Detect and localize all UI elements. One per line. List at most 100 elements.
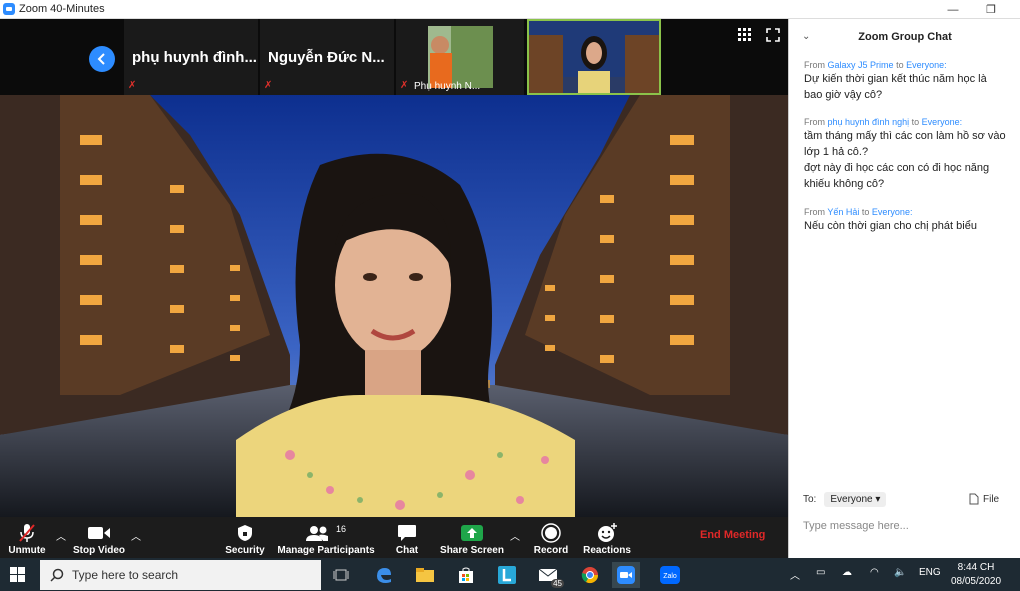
participant-name: Phụ huynh N...: [414, 81, 481, 92]
file-label: File: [983, 493, 1000, 505]
meeting-area: phụ huynh đình... ✗ Nguyễn Đức N... ✗ ✗ …: [0, 19, 788, 517]
grid-view-icon[interactable]: [738, 28, 752, 47]
muted-microphone-icon: [18, 521, 36, 545]
chevron-down-icon: ▾: [875, 494, 881, 505]
chat-message: From Galaxy J5 Prime to Everyone: Dự kiế…: [804, 59, 1016, 103]
file-explorer-icon[interactable]: [411, 562, 439, 588]
participant-thumbnail[interactable]: Nguyễn Đức N... ✗: [260, 19, 394, 95]
system-clock[interactable]: 8:44 CH 08/05/2020: [944, 561, 1008, 589]
l-app-icon[interactable]: [493, 562, 521, 588]
from-label: From: [804, 60, 825, 70]
participant-count: 16: [335, 524, 346, 534]
manage-participants-button[interactable]: 16 Manage Participants: [277, 517, 375, 558]
muted-mic-icon: ✗: [400, 80, 409, 91]
stop-video-button[interactable]: Stop Video: [72, 517, 126, 558]
show-hidden-icons-caret[interactable]: ︿: [790, 567, 800, 582]
unmute-label: Unmute: [8, 545, 46, 556]
recipient-select[interactable]: Everyone ▾: [824, 492, 887, 507]
unmute-button[interactable]: Unmute: [6, 517, 48, 558]
participant-thumbnail-strip: phụ huynh đình... ✗ Nguyễn Đức N... ✗ ✗ …: [0, 19, 788, 95]
video-camera-icon: [88, 521, 110, 545]
chat-message: From phụ huynh đình nghị to Everyone: tầ…: [804, 116, 1016, 192]
chat-message-line: Nếu còn thời gian cho chị phát biểu: [804, 220, 977, 232]
share-screen-button[interactable]: Share Screen: [440, 517, 504, 558]
record-label: Record: [533, 545, 569, 556]
chat-message-line: tầm tháng mấy thì các con làm hồ sơ vào: [804, 130, 1006, 142]
recipient-name: Everyone:: [921, 117, 963, 127]
meeting-toolbar: Unmute ︿ Stop Video ︿ Security 16 Manage…: [0, 517, 788, 558]
sender-name: phụ huynh đình nghị: [827, 117, 910, 127]
sender-name: Yến Hải: [827, 207, 860, 217]
file-button[interactable]: File: [969, 493, 999, 505]
stop-video-label: Stop Video: [72, 545, 126, 556]
cloud-icon[interactable]: ☁: [842, 567, 852, 578]
chat-message-header: From Galaxy J5 Prime to Everyone:: [804, 59, 1016, 71]
fullscreen-icon[interactable]: [766, 28, 780, 47]
task-view-icon[interactable]: [327, 562, 355, 588]
reactions-label: Reactions: [583, 545, 631, 556]
video-options-caret[interactable]: ︿: [131, 528, 141, 543]
window-titlebar: Zoom 40-Minutes — ❐: [0, 0, 1020, 19]
volume-icon[interactable]: 🔈: [894, 567, 906, 578]
participant-name: Nguyễn Đức N...: [268, 49, 385, 66]
chat-message-line: khiếu không cô?: [804, 178, 885, 190]
chrome-icon[interactable]: [576, 562, 604, 588]
chat-bubble-icon: [397, 521, 417, 545]
main-speaker-video: [0, 95, 788, 517]
security-button[interactable]: Security: [223, 517, 267, 558]
chat-title: Zoom Group Chat: [858, 31, 952, 43]
from-label: From: [804, 117, 825, 127]
security-label: Security: [225, 545, 265, 556]
virtual-background-image: [0, 95, 788, 517]
share-options-caret[interactable]: ︿: [510, 528, 520, 543]
reactions-button[interactable]: Reactions: [583, 517, 631, 558]
chat-message-line: đợt này đi học các con có đi học năng: [804, 162, 990, 174]
zalo-icon[interactable]: Zalo: [656, 562, 684, 588]
zoom-logo-icon: [3, 3, 15, 15]
active-speaker-thumbnail[interactable]: [527, 19, 661, 95]
recipient-select-value: Everyone: [830, 494, 873, 505]
chat-message-input[interactable]: [803, 517, 1008, 535]
record-icon: [541, 521, 561, 545]
smiley-icon: [596, 521, 618, 545]
record-button[interactable]: Record: [533, 517, 569, 558]
recipient-name: Everyone:: [871, 207, 913, 217]
participants-icon: 16: [305, 521, 346, 545]
svg-text:Zalo: Zalo: [663, 573, 677, 580]
previous-page-button[interactable]: [89, 46, 115, 72]
restore-button[interactable]: ❐: [979, 0, 1003, 19]
windows-start-icon[interactable]: [10, 567, 25, 587]
chevron-left-icon: [97, 53, 105, 65]
input-language[interactable]: ENG: [919, 567, 941, 578]
participant-thumbnail[interactable]: ✗ Phụ huynh N...: [396, 19, 524, 95]
mail-badge: 45: [551, 579, 564, 588]
zoom-app: Zoom 40-Minutes — ❐ phụ huynh đình... ✗ …: [0, 0, 1020, 591]
mail-icon[interactable]: 45: [534, 562, 564, 588]
chat-message-header: From Yến Hải to Everyone:: [804, 206, 1016, 218]
battery-icon[interactable]: ▭: [816, 567, 825, 578]
zoom-taskbar-icon[interactable]: [612, 562, 640, 588]
to-word: to: [911, 117, 920, 127]
clock-time: 8:44 CH: [957, 562, 995, 573]
chat-button[interactable]: Chat: [390, 517, 424, 558]
manage-participants-label: Manage Participants: [277, 545, 375, 556]
chat-panel: ⌄ Zoom Group Chat From Galaxy J5 Prime t…: [788, 19, 1020, 558]
end-meeting-button[interactable]: End Meeting: [700, 529, 765, 541]
to-word: to: [861, 207, 870, 217]
search-icon: [50, 568, 64, 582]
minimize-button[interactable]: —: [941, 0, 965, 19]
from-label: From: [804, 207, 825, 217]
window-title: Zoom 40-Minutes: [19, 3, 105, 15]
taskbar-search-box[interactable]: Type here to search: [40, 560, 321, 590]
participant-video-image: [529, 21, 659, 93]
recipient-name: Everyone:: [906, 60, 947, 70]
windows-taskbar: Type here to search 45 Zalo ︿ ▭ ☁ ◠ 🔈 EN…: [0, 558, 1020, 591]
chat-message-line: lớp 1 hả cô.?: [804, 146, 869, 158]
chat-label: Chat: [395, 545, 419, 556]
participant-name: phụ huynh đình...: [132, 49, 257, 66]
wifi-icon[interactable]: ◠: [870, 567, 879, 578]
store-icon[interactable]: [452, 562, 480, 588]
edge-browser-icon[interactable]: [370, 562, 398, 588]
audio-options-caret[interactable]: ︿: [56, 528, 66, 543]
participant-thumbnail[interactable]: phụ huynh đình... ✗: [124, 19, 258, 95]
